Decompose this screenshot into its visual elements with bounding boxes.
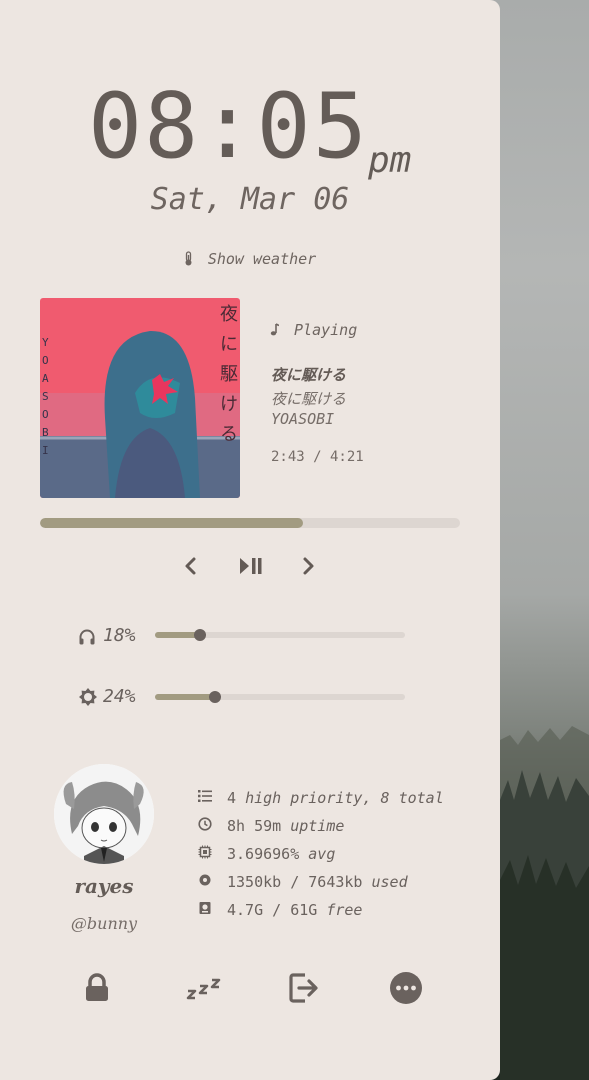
media-status-label: Playing: [294, 321, 358, 339]
sleep-button[interactable]: [184, 968, 224, 1008]
more-icon: [390, 972, 422, 1004]
clock-date: Sat, Mar 06: [150, 182, 350, 217]
clock-time: 08:05: [88, 74, 369, 179]
stat-cpu: 3.69696% avg: [198, 845, 335, 863]
brightness-label: 24%: [103, 686, 136, 707]
stat-uptime-value: 8h 59m: [227, 817, 282, 835]
lock-button[interactable]: [77, 968, 117, 1008]
show-weather-button[interactable]: Show weather: [0, 250, 500, 268]
brightness-icon: [78, 687, 98, 711]
stat-disk-text: free: [326, 901, 363, 919]
stat-tasks-value: 4: [227, 789, 237, 807]
volume-label: 18%: [103, 625, 136, 646]
stat-uptime-text: uptime: [290, 817, 345, 835]
wallpaper-forest: [500, 726, 589, 1080]
stat-disk-value: 4.7G / 61G: [227, 901, 318, 919]
track-progress-bar[interactable]: [40, 518, 460, 528]
logout-icon: [289, 973, 318, 1003]
play-pause-button[interactable]: [238, 554, 266, 578]
brightness-slider[interactable]: [155, 691, 405, 703]
user-handle: @bunny: [70, 914, 138, 933]
volume-slider-handle[interactable]: [194, 629, 206, 641]
previous-button[interactable]: [180, 554, 202, 578]
track-title: 夜に駆ける: [271, 366, 347, 384]
more-button[interactable]: [386, 968, 426, 1008]
track-time: 2:43 / 4:21: [271, 449, 364, 465]
stat-memory-value: 1350kb / 7643kb: [227, 873, 363, 891]
chevron-left-icon: [185, 557, 196, 575]
stat-tasks-text: high priority, 8 total: [245, 789, 444, 807]
sidebar-panel: 08:05 pm Sat, Mar 06 Show weather 夜に駆ける …: [0, 0, 500, 1080]
media-status: Playing: [270, 321, 357, 339]
cover-title-text: 夜に駆ける: [220, 304, 238, 445]
stat-memory-text: used: [371, 873, 408, 891]
volume-slider[interactable]: [155, 629, 405, 641]
lock-icon: [86, 973, 108, 1001]
stat-memory: 1350kb / 7643kb used: [198, 873, 408, 891]
chevron-right-icon: [303, 557, 314, 575]
play-pause-icon: [240, 558, 262, 574]
stat-disk: 4.7G / 61G free: [198, 901, 362, 919]
cpu-icon: [198, 845, 212, 863]
album-cover: 夜に駆ける YOASOBI: [40, 298, 240, 498]
stat-uptime: 8h 59m uptime: [198, 817, 344, 835]
track-progress-fill: [40, 518, 303, 528]
list-icon: [198, 789, 212, 807]
clock-icon: [198, 817, 212, 835]
disk-icon: [198, 901, 212, 919]
brightness-slider-fill: [155, 694, 215, 700]
thermometer-icon: [184, 250, 202, 268]
brightness-slider-handle[interactable]: [209, 691, 221, 703]
stat-cpu-value: 3.69696%: [227, 845, 300, 863]
memory-icon: [198, 873, 212, 891]
clock-ampm: pm: [368, 140, 412, 181]
user-name: rayes: [74, 874, 134, 898]
logout-button[interactable]: [285, 968, 325, 1008]
next-button[interactable]: [297, 554, 319, 578]
show-weather-label: Show weather: [207, 250, 317, 268]
cover-artist-text: YOASOBI: [42, 336, 49, 457]
stat-tasks: 4 high priority, 8 total: [198, 789, 444, 807]
sleep-icon: [186, 978, 221, 1000]
stat-cpu-text: avg: [308, 845, 336, 863]
avatar: [54, 764, 154, 864]
headphones-icon: [78, 628, 96, 650]
artist-name: YOASOBI: [271, 410, 335, 428]
album-title: 夜に駆ける: [271, 390, 347, 408]
music-note-icon: [270, 321, 294, 339]
